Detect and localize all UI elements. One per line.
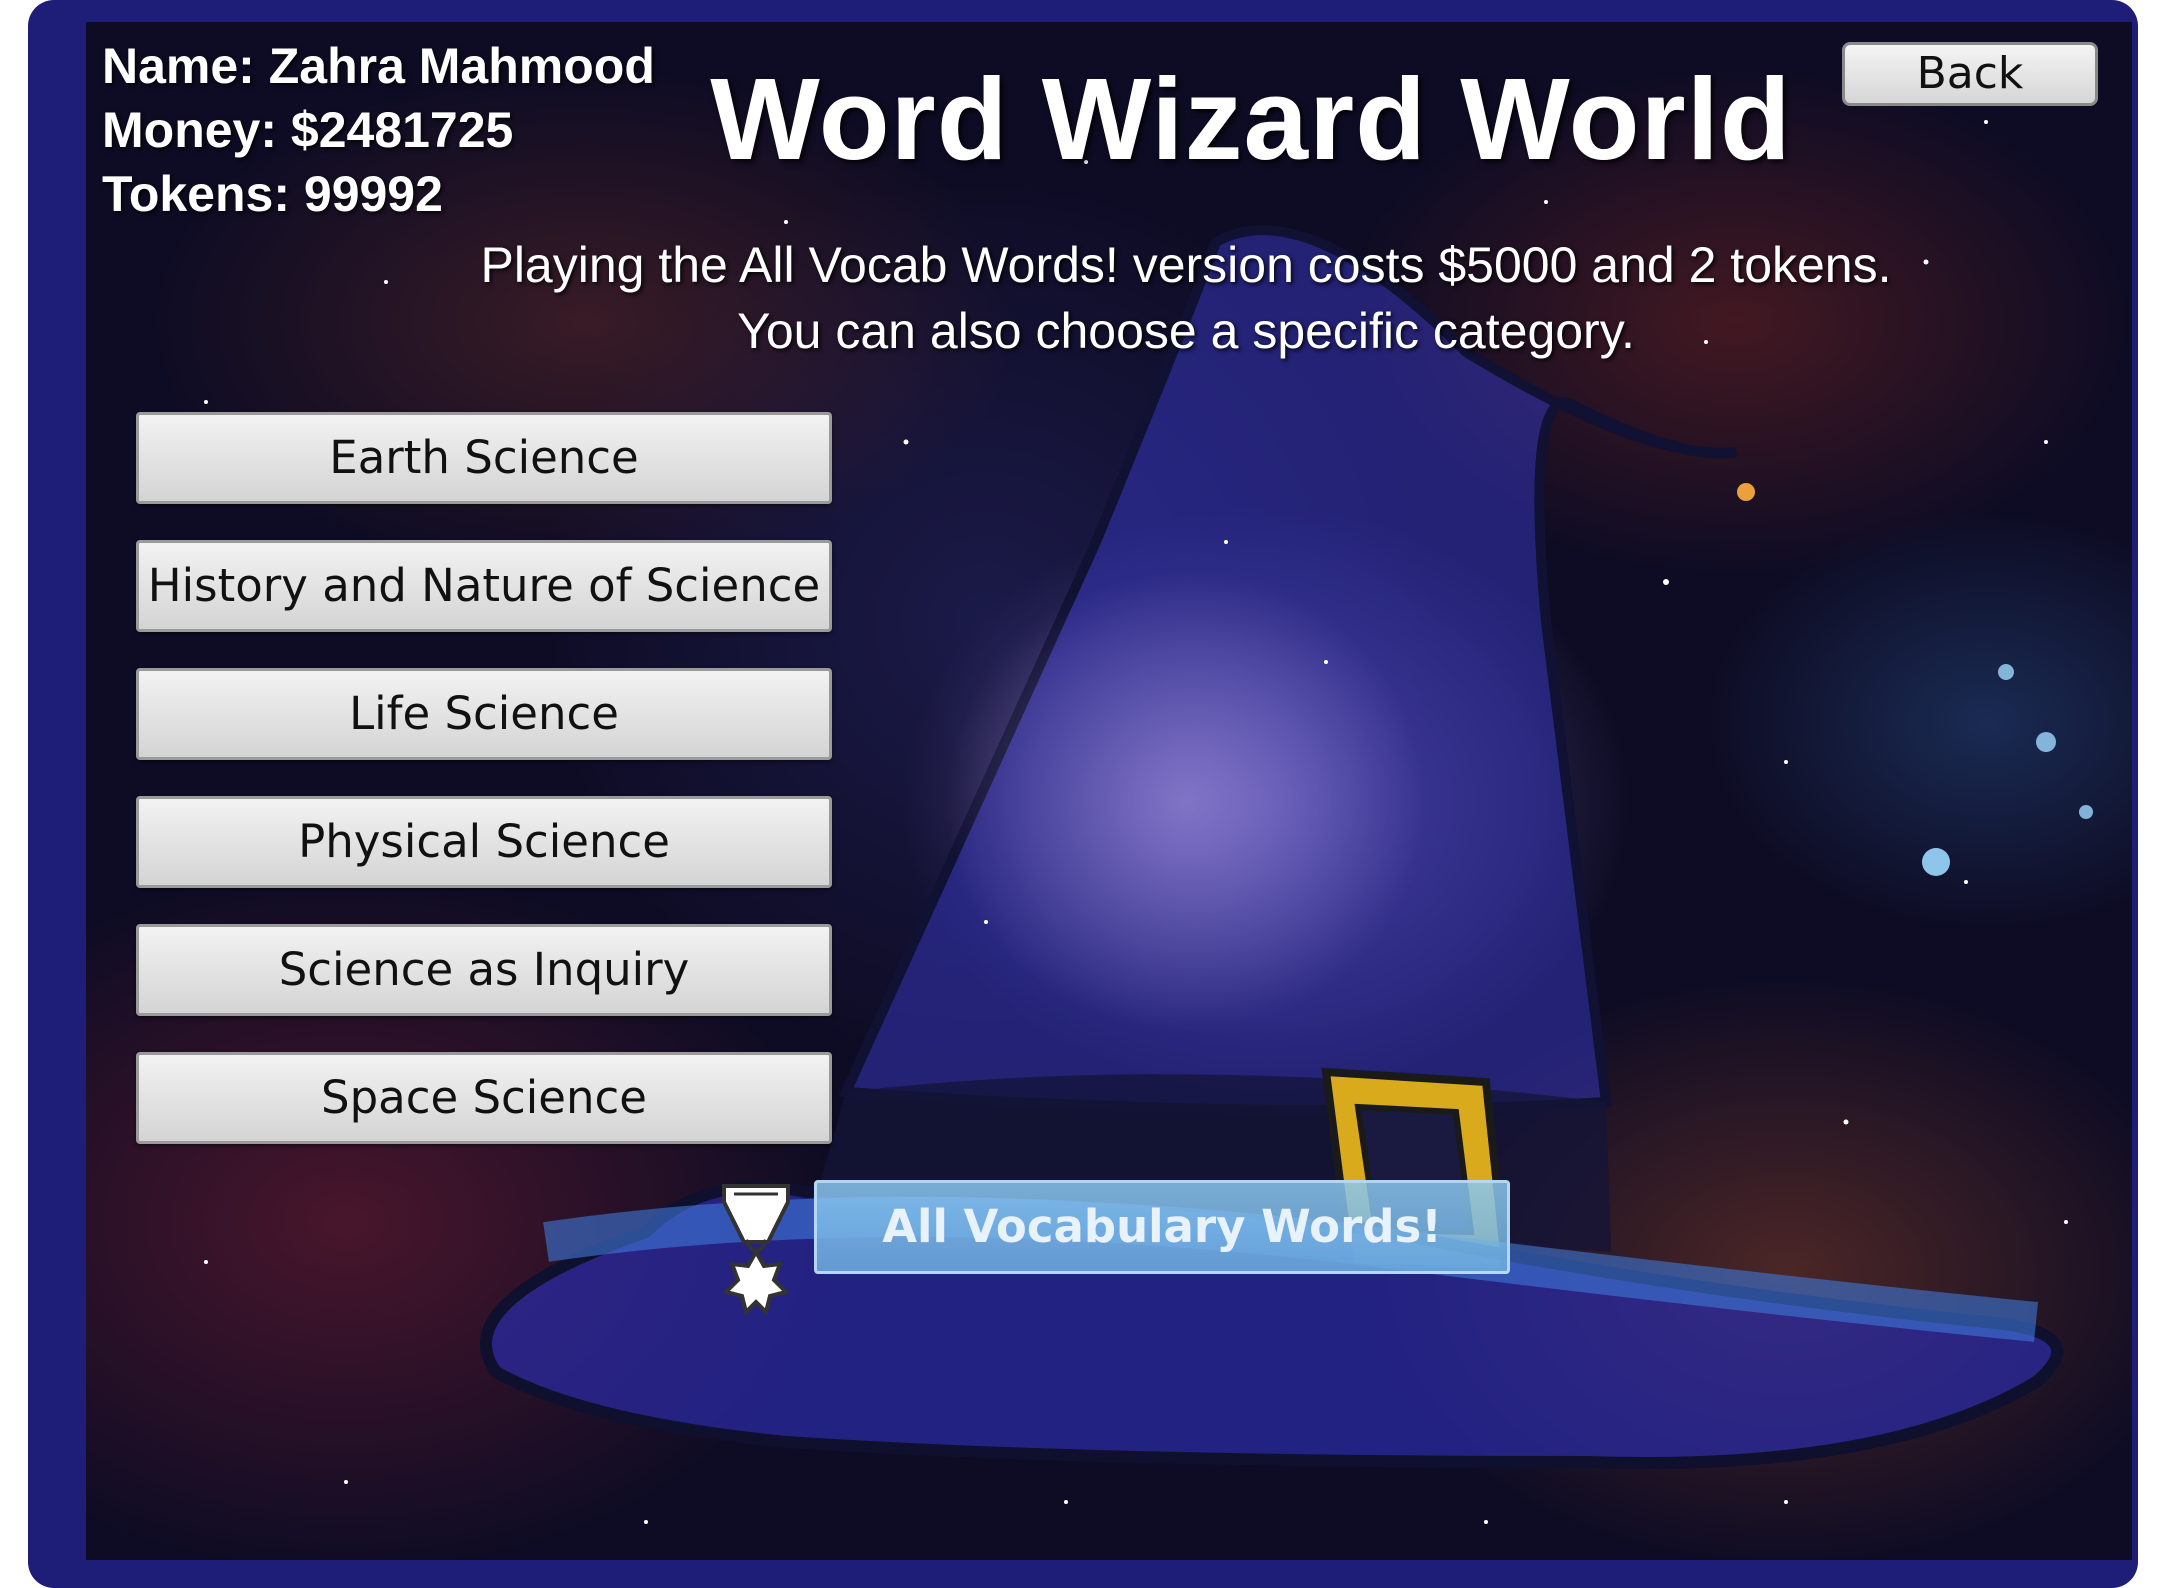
medal-icon	[722, 1184, 790, 1316]
category-hint-line: You can also choose a specific category.	[737, 303, 1635, 359]
player-tokens: Tokens: 99992	[102, 166, 443, 222]
category-button-history-and-nature-of-science[interactable]: History and Nature of Science	[136, 540, 832, 632]
category-button-earth-science[interactable]: Earth Science	[136, 412, 832, 504]
category-list: Earth Science History and Nature of Scie…	[136, 412, 832, 1180]
category-button-space-science[interactable]: Space Science	[136, 1052, 832, 1144]
player-name: Name: Zahra Mahmood	[102, 38, 655, 94]
player-stats: Name: Zahra Mahmood Money: $2481725 Toke…	[102, 34, 655, 226]
cost-info: Playing the All Vocab Words! version cos…	[326, 232, 2046, 364]
category-button-science-as-inquiry[interactable]: Science as Inquiry	[136, 924, 832, 1016]
all-vocabulary-words-button[interactable]: All Vocabulary Words!	[814, 1180, 1510, 1274]
game-scene: Name: Zahra Mahmood Money: $2481725 Toke…	[86, 22, 2132, 1560]
window-frame: Name: Zahra Mahmood Money: $2481725 Toke…	[28, 0, 2138, 1588]
game-title: Word Wizard World	[710, 54, 1792, 184]
cost-info-line: Playing the All Vocab Words! version cos…	[480, 237, 1892, 293]
player-money: Money: $2481725	[102, 102, 514, 158]
category-button-life-science[interactable]: Life Science	[136, 668, 832, 760]
category-button-physical-science[interactable]: Physical Science	[136, 796, 832, 888]
back-button[interactable]: Back	[1842, 42, 2098, 106]
